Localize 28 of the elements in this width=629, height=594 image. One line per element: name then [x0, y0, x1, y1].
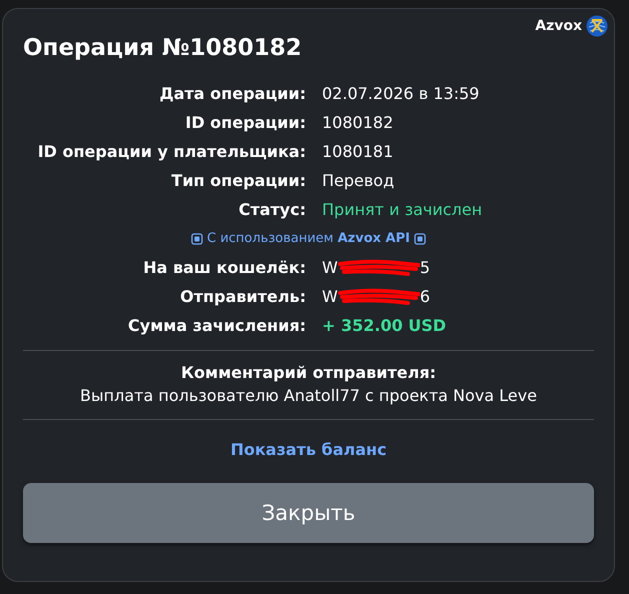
chip-icon — [414, 232, 426, 244]
field-value: 1080182 — [322, 113, 394, 132]
comment-heading: Комментарий отправителя: — [180, 363, 438, 382]
comment-text: Выплата пользователю Anatoll77 с проекта Nova Leve — [79, 386, 538, 405]
brand-name: Azvox — [535, 18, 582, 34]
logo-icon — [586, 15, 608, 37]
api-note: С использованием Azvox API — [207, 231, 410, 246]
close-button[interactable]: Закрыть — [23, 483, 594, 543]
dialog-title: Операция №1080182 — [23, 35, 303, 61]
field-label: На ваш кошелёк: — [142, 258, 306, 277]
field-value: W — [322, 258, 338, 277]
field-label: Статус: — [238, 200, 306, 219]
field-label: Отправитель: — [179, 287, 306, 306]
field-value: + 352.00 USD — [322, 316, 446, 335]
chip-icon — [191, 232, 203, 244]
field-value: Перевод — [322, 171, 394, 190]
field-label: ID операции: — [184, 113, 306, 132]
field-label: Сумма зачисления: — [127, 316, 306, 335]
show-balance-link[interactable]: Показать баланс — [230, 440, 387, 459]
field-value: 02.07.2026 в 13:59 — [322, 84, 480, 103]
field-label: ID операции у плательщика: — [36, 142, 306, 161]
field-label: Дата операции: — [158, 84, 306, 103]
field-value: 1080181 — [322, 142, 394, 161]
field-value: 5 — [420, 258, 430, 277]
field-label: Тип операции: — [170, 171, 306, 190]
field-value: Принят и зачислен — [322, 200, 482, 219]
field-value: 6 — [420, 287, 430, 306]
field-value: W — [322, 287, 338, 306]
